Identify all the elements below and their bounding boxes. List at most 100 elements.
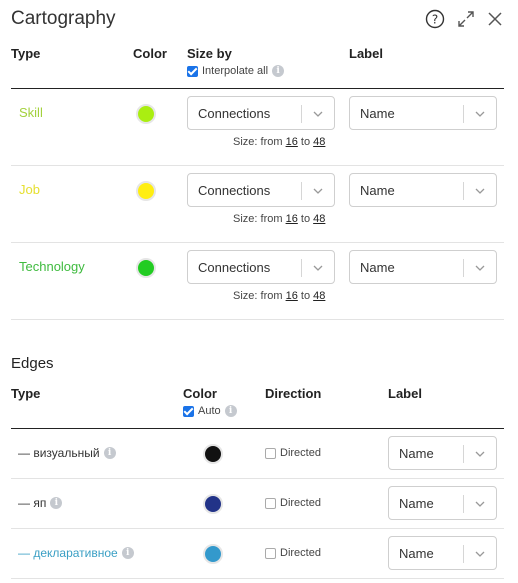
nodes-header-divider	[11, 88, 504, 89]
edge-color-swatch[interactable]	[203, 444, 223, 464]
chevron-down-icon	[474, 185, 486, 197]
size-range: Size: from 16 to 48	[233, 213, 325, 225]
auto-color-checkbox[interactable]	[183, 405, 194, 417]
node-label-select[interactable]: Name	[349, 96, 497, 130]
edge-label-select[interactable]: Name	[388, 536, 497, 570]
size-range: Size: from 16 to 48	[233, 136, 325, 148]
edges-color-header: Color	[183, 386, 217, 401]
row-divider	[11, 528, 504, 529]
row-divider	[11, 319, 504, 320]
size-to-link[interactable]: 48	[313, 290, 325, 302]
chevron-down-icon	[474, 548, 486, 560]
size-from-link[interactable]: 16	[286, 213, 298, 225]
node-label-select-value: Name	[360, 183, 395, 198]
node-type-label: Job	[19, 182, 40, 197]
nodes-size-by-header: Size by	[187, 46, 232, 61]
auto-color-label: Auto	[198, 405, 221, 417]
directed-checkbox[interactable]	[265, 547, 276, 559]
size-range-to: to	[300, 290, 311, 302]
edge-label-select[interactable]: Name	[388, 486, 497, 520]
row-divider	[11, 578, 504, 579]
size-to-link[interactable]: 48	[313, 213, 325, 225]
row-divider	[11, 242, 504, 243]
node-color-swatch[interactable]	[136, 181, 156, 201]
svg-text:?: ?	[432, 13, 438, 27]
directed-option: Directed	[265, 547, 321, 559]
nodes-label-header: Label	[349, 46, 383, 61]
directed-label: Directed	[280, 497, 321, 509]
info-icon[interactable]: i	[224, 405, 237, 417]
edge-color-swatch[interactable]	[203, 544, 223, 564]
size-by-select-value: Connections	[198, 183, 271, 198]
edge-type-name: — яп	[18, 496, 47, 510]
chevron-down-icon	[312, 185, 324, 197]
info-icon[interactable]: i	[121, 547, 134, 559]
edge-label-select[interactable]: Name	[388, 436, 497, 470]
edge-type-label: — декларативное i	[18, 546, 134, 560]
edge-color-swatch[interactable]	[203, 494, 223, 514]
info-icon[interactable]: i	[50, 497, 63, 509]
size-by-select[interactable]: Connections	[187, 250, 335, 284]
size-by-select[interactable]: Connections	[187, 96, 335, 130]
info-icon[interactable]: i	[272, 65, 285, 77]
info-icon[interactable]: i	[103, 447, 116, 459]
edge-type-label: — визуальный i	[18, 446, 116, 460]
size-range-prefix: Size: from	[233, 213, 283, 225]
node-color-swatch[interactable]	[136, 258, 156, 278]
edge-label-select-value: Name	[399, 496, 434, 511]
node-label-select[interactable]: Name	[349, 250, 497, 284]
size-from-link[interactable]: 16	[286, 290, 298, 302]
panel-title: Cartography	[11, 8, 116, 29]
size-range: Size: from 16 to 48	[233, 290, 325, 302]
edge-type-name: — декларативное	[18, 546, 118, 560]
interpolate-all-checkbox[interactable]	[187, 65, 198, 77]
edges-header-divider	[11, 428, 504, 429]
select-separator	[301, 182, 302, 200]
node-label-select-value: Name	[360, 106, 395, 121]
size-range-to: to	[300, 213, 311, 225]
edge-label-select-value: Name	[399, 546, 434, 561]
edges-label-header: Label	[388, 386, 422, 401]
size-by-select-value: Connections	[198, 106, 271, 121]
select-separator	[463, 259, 464, 277]
row-divider	[11, 165, 504, 166]
size-to-link[interactable]: 48	[313, 136, 325, 148]
size-by-select[interactable]: Connections	[187, 173, 335, 207]
edge-type-label: — яп i	[18, 496, 63, 510]
size-range-prefix: Size: from	[233, 290, 283, 302]
node-color-swatch[interactable]	[136, 104, 156, 124]
chevron-down-icon	[312, 262, 324, 274]
interpolate-all-option: Interpolate all i	[187, 65, 285, 77]
edge-label-select-value: Name	[399, 446, 434, 461]
chevron-down-icon	[474, 108, 486, 120]
directed-checkbox[interactable]	[265, 497, 276, 509]
edges-section-title: Edges	[11, 355, 54, 372]
edge-type-name: — визуальный	[18, 446, 100, 460]
select-separator	[463, 182, 464, 200]
directed-label: Directed	[280, 547, 321, 559]
chevron-down-icon	[312, 108, 324, 120]
nodes-type-header: Type	[11, 46, 41, 61]
help-icon[interactable]: ?	[425, 9, 445, 29]
directed-label: Directed	[280, 447, 321, 459]
directed-option: Directed	[265, 447, 321, 459]
size-from-link[interactable]: 16	[286, 136, 298, 148]
select-separator	[463, 105, 464, 123]
select-separator	[463, 495, 464, 513]
select-separator	[301, 259, 302, 277]
directed-option: Directed	[265, 497, 321, 509]
nodes-color-header: Color	[133, 46, 167, 61]
directed-checkbox[interactable]	[265, 447, 276, 459]
node-label-select-value: Name	[360, 260, 395, 275]
select-separator	[301, 105, 302, 123]
node-type-label: Technology	[19, 259, 85, 274]
close-icon[interactable]	[485, 9, 505, 29]
select-separator	[463, 445, 464, 463]
node-label-select[interactable]: Name	[349, 173, 497, 207]
chevron-down-icon	[474, 262, 486, 274]
edges-direction-header: Direction	[265, 386, 322, 401]
node-type-label: Skill	[19, 105, 43, 120]
size-range-to: to	[300, 136, 311, 148]
expand-icon[interactable]	[456, 9, 476, 29]
select-separator	[463, 545, 464, 563]
